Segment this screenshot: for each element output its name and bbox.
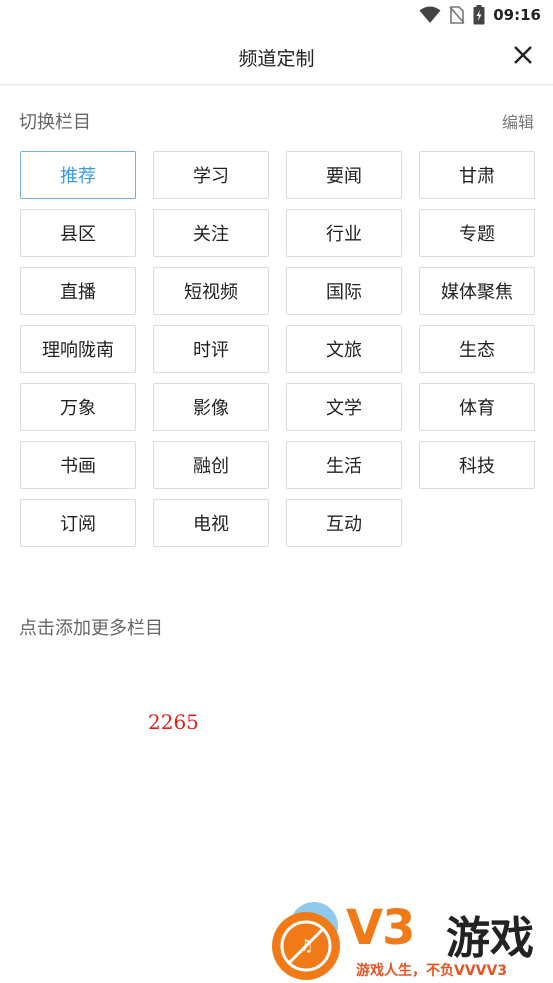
battery-icon — [473, 5, 485, 25]
section-label: 切换栏目 — [19, 112, 91, 133]
status-time: 09:16 — [493, 6, 541, 24]
channel-chip[interactable]: 直播 — [20, 267, 136, 315]
channel-chip[interactable]: 专题 — [419, 209, 535, 257]
svg-text:♫: ♫ — [299, 936, 313, 955]
channel-chip[interactable]: 学习 — [153, 151, 269, 199]
no-sim-icon — [449, 6, 465, 24]
channel-chip[interactable]: 行业 — [286, 209, 402, 257]
channel-chip[interactable]: 关注 — [153, 209, 269, 257]
watermark-brand: V3 — [346, 900, 416, 956]
channel-chip[interactable]: 生活 — [286, 441, 402, 489]
channel-chip[interactable]: 文学 — [286, 383, 402, 431]
channel-chip[interactable]: 文旅 — [286, 325, 402, 373]
channel-chip[interactable]: 互动 — [286, 499, 402, 547]
channel-chip[interactable]: 生态 — [419, 325, 535, 373]
channel-chip[interactable]: 国际 — [286, 267, 402, 315]
page-header: 频道定制 — [0, 30, 553, 85]
overlay-number: 2265 — [148, 710, 199, 734]
channel-chip[interactable]: 体育 — [419, 383, 535, 431]
channel-chip[interactable]: 要闻 — [286, 151, 402, 199]
page-title: 频道定制 — [238, 48, 315, 70]
channel-chip[interactable]: 媒体聚焦 — [419, 267, 535, 315]
channel-chip[interactable]: 时评 — [153, 325, 269, 373]
channel-chip[interactable]: 电视 — [153, 499, 269, 547]
close-icon[interactable] — [511, 43, 535, 67]
wifi-icon — [419, 6, 441, 23]
watermark-slogan: 游戏人生，不负VVVV3 — [356, 963, 508, 979]
channel-chip[interactable]: 推荐 — [20, 151, 136, 199]
channel-chip[interactable]: 融创 — [153, 441, 269, 489]
channel-chip[interactable]: 科技 — [419, 441, 535, 489]
disc-logo-icon: ♫ — [272, 902, 340, 980]
channel-grid: 推荐 学习 要闻 甘肃县区 关注 行业 专题直播 短视频 国际 媒体聚焦理响陇南 时评 文旅 生态万象影… — [20, 151, 536, 547]
channel-chip[interactable]: 影像 — [153, 383, 269, 431]
channel-chip[interactable]: 理响陇南 — [20, 325, 136, 373]
add-more-label[interactable]: 点击添加更多栏目 — [19, 614, 163, 640]
watermark-logo: ♫ V3 游戏 游戏人生，不负VVVV3 — [268, 896, 553, 983]
channel-chip[interactable]: 万象 — [20, 383, 136, 431]
channel-chip[interactable]: 县区 — [20, 209, 136, 257]
channel-chip[interactable]: 短视频 — [153, 267, 269, 315]
status-icons: 09:16 — [419, 5, 541, 25]
switch-section-header: 切换栏目 编辑 — [19, 108, 534, 134]
edit-button[interactable]: 编辑 — [502, 109, 534, 133]
channel-chip[interactable]: 甘肃 — [419, 151, 535, 199]
watermark-brand-cn: 游戏 — [446, 913, 534, 964]
channel-chip[interactable]: 书画 — [20, 441, 136, 489]
channel-chip[interactable]: 订阅 — [20, 499, 136, 547]
status-bar: 09:16 — [0, 0, 553, 30]
